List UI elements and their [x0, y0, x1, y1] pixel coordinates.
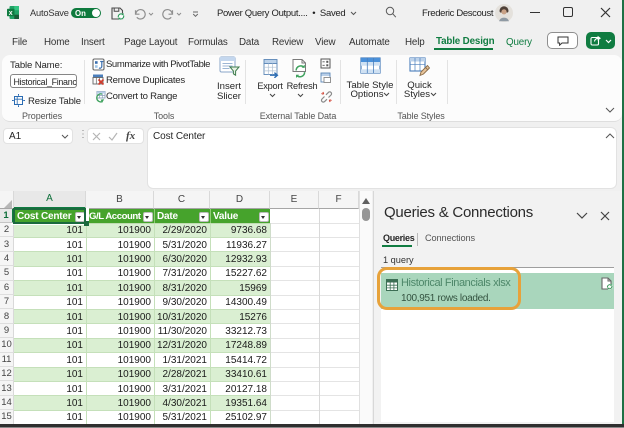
svg-text:x: x	[9, 10, 13, 17]
